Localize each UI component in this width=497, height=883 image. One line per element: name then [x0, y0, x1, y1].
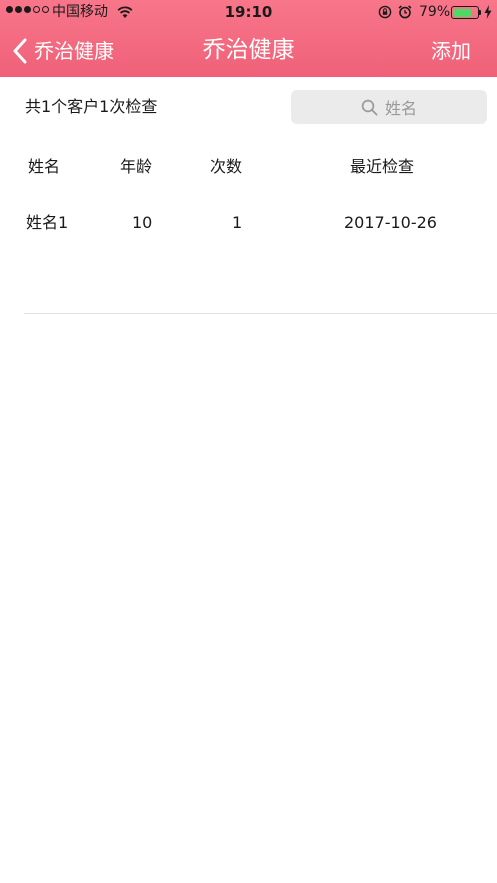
cell-count: 1 [232, 213, 243, 232]
battery-percent: 79% [419, 4, 451, 20]
page-title: 乔治健康 [202, 37, 295, 63]
nav-bar: 乔治健康 乔治健康 添加 [0, 26, 497, 77]
header: 中国移动 19:10 79% 乔治健康 乔治健康 添加 [0, 0, 497, 77]
customer-table: 姓名 年龄 次数 最近检查 姓名1 10 1 2017-10-26 [24, 140, 497, 314]
cell-age: 10 [132, 213, 153, 232]
battery-level [453, 8, 471, 17]
search-placeholder: 姓名 [384, 99, 417, 118]
alarm-icon [398, 5, 412, 19]
table-row[interactable]: 姓名1 10 1 2017-10-26 [24, 196, 497, 314]
column-header-recent-check: 最近检查 [350, 157, 415, 176]
table-header: 姓名 年龄 次数 最近检查 [24, 140, 497, 196]
screen: 中国移动 19:10 79% 乔治健康 乔治健康 添加 共1个客户1次检查 姓名… [0, 0, 497, 883]
search-icon [361, 99, 378, 115]
battery-icon [451, 6, 479, 19]
rotation-lock-icon [378, 5, 392, 19]
charging-bolt-icon [484, 5, 492, 19]
cell-name: 姓名1 [26, 213, 69, 232]
column-header-name: 姓名 [28, 157, 61, 176]
battery-cap [479, 10, 481, 15]
summary-text: 共1个客户1次检查 [25, 97, 158, 116]
status-bar: 中国移动 19:10 79% [0, 0, 497, 26]
cell-recent-check: 2017-10-26 [344, 213, 437, 232]
search-input[interactable]: 姓名 [291, 90, 487, 124]
column-header-age: 年龄 [120, 157, 153, 176]
add-button[interactable]: 添加 [431, 37, 471, 65]
column-header-count: 次数 [210, 157, 243, 176]
